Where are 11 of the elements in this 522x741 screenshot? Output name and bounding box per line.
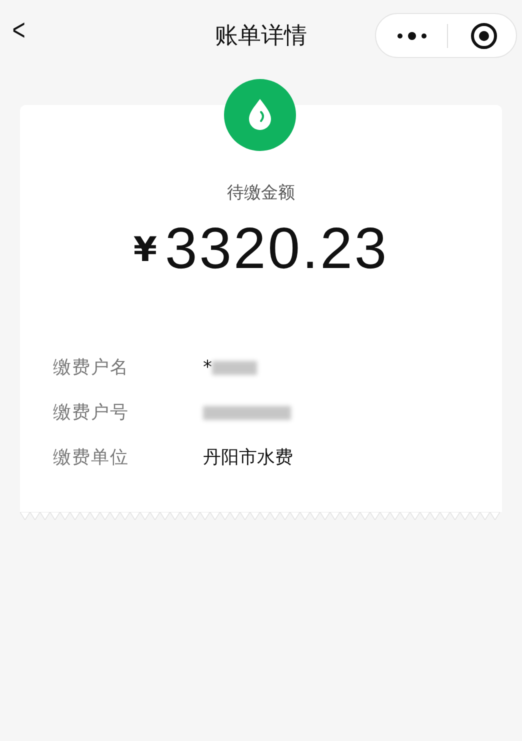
amount-label: 待缴金额 bbox=[227, 182, 295, 205]
amount-value: 3320.23 bbox=[165, 214, 389, 282]
field-label: 缴费户名 bbox=[53, 356, 130, 380]
currency-symbol: ¥ bbox=[133, 228, 157, 272]
field-value: * bbox=[203, 356, 212, 380]
field-label: 缴费单位 bbox=[53, 446, 130, 470]
field-label: 缴费户号 bbox=[53, 401, 130, 425]
page-title: 账单详情 bbox=[215, 22, 307, 51]
back-button[interactable]: < bbox=[12, 16, 26, 46]
field-value: 丹阳市水费 bbox=[203, 446, 293, 470]
more-icon[interactable] bbox=[396, 30, 428, 40]
